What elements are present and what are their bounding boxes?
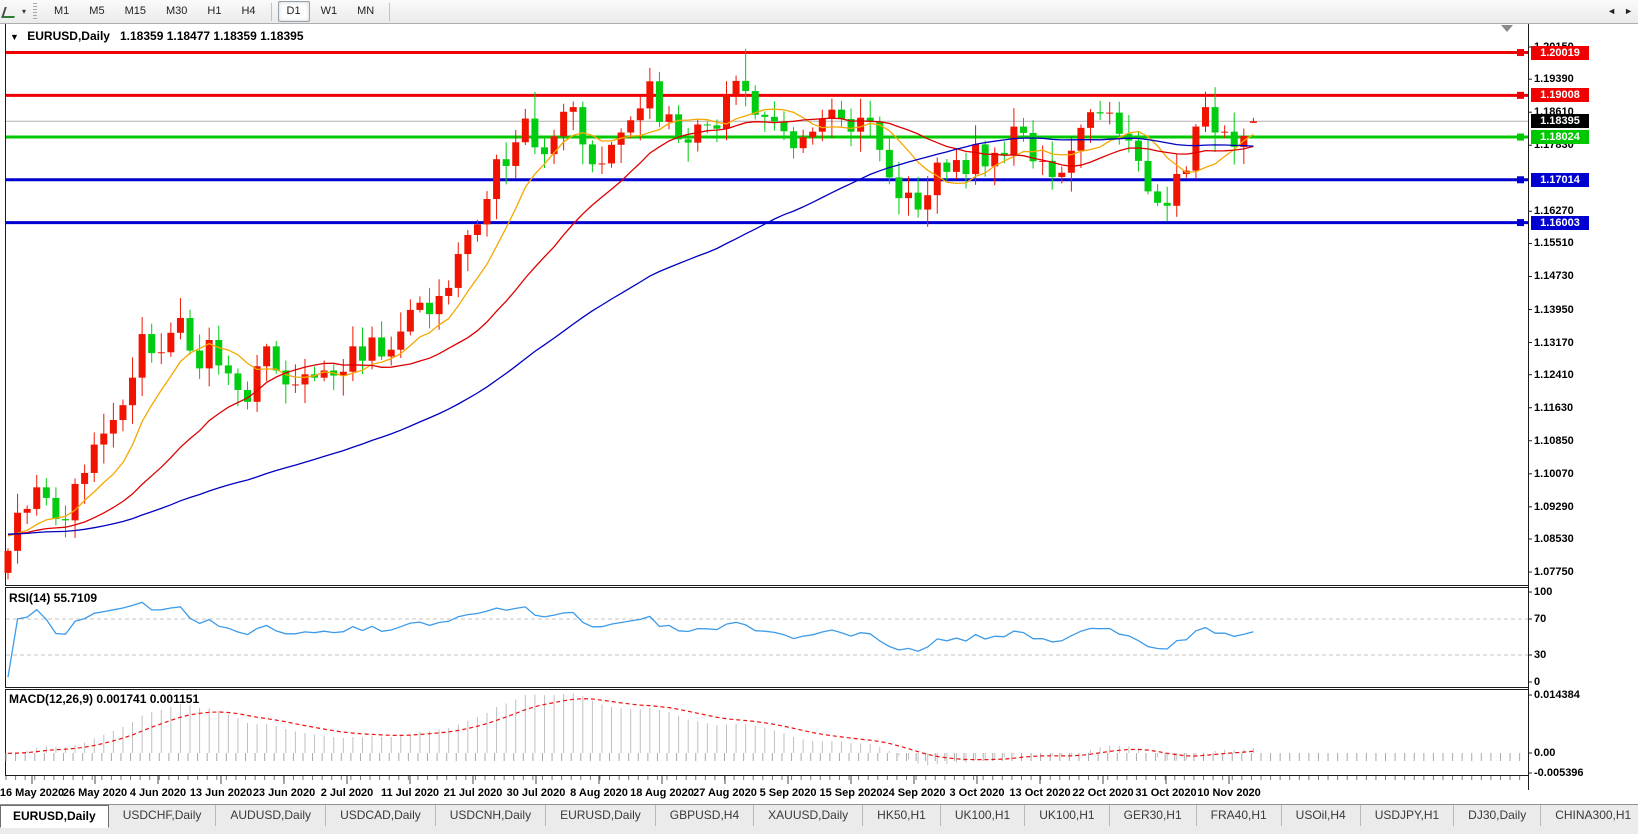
tab-dj30-daily[interactable]: DJ30,Daily [1454, 805, 1541, 826]
timeframe-button-m1[interactable]: M1 [45, 1, 78, 22]
date-axis-label: 3 Oct 2020 [949, 787, 1004, 799]
date-axis-label: 21 Jul 2020 [444, 787, 503, 799]
price-level-badge: 1.16003 [1531, 216, 1589, 230]
timeframe-button-mn[interactable]: MN [348, 1, 383, 22]
price-tick-label: 1.07750 [1534, 566, 1574, 578]
tab-hk50-h1[interactable]: HK50,H1 [863, 805, 941, 826]
chart-title-ohlc: 1.18359 1.18477 1.18359 1.18395 [120, 29, 304, 43]
date-axis-label: 2 Jul 2020 [321, 787, 374, 799]
toolbar-drag-handle[interactable] [33, 3, 37, 20]
price-tick-label: 1.10850 [1534, 435, 1574, 447]
tab-uk100-h1[interactable]: UK100,H1 [1025, 805, 1109, 826]
timeframe-button-m5[interactable]: M5 [80, 1, 113, 22]
chart-title: ▼ EURUSD,Daily 1.18359 1.18477 1.18359 1… [10, 29, 304, 43]
tab-audusd-daily[interactable]: AUDUSD,Daily [216, 805, 326, 826]
date-axis-label: 13 Oct 2020 [1009, 787, 1070, 799]
price-tick-label: 1.10070 [1534, 468, 1574, 480]
tab-usdchf-daily[interactable]: USDCHF,Daily [109, 805, 217, 826]
tab-usdcnh-daily[interactable]: USDCNH,Daily [436, 805, 546, 826]
date-axis-label: 8 Aug 2020 [570, 787, 628, 799]
price-tick-label: 1.12410 [1534, 369, 1574, 381]
rsi-tick-label: 100 [1534, 586, 1552, 598]
chart-title-symbol: EURUSD,Daily [27, 29, 110, 43]
tab-eurusd-daily[interactable]: EURUSD,Daily [0, 805, 109, 828]
tab-eurusd-daily[interactable]: EURUSD,Daily [546, 805, 656, 826]
date-axis-label: 23 Jun 2020 [253, 787, 315, 799]
rsi-tick-label: 0 [1534, 676, 1540, 688]
macd-tick-label: -0.005396 [1534, 767, 1584, 779]
macd-tick-label: 0.014384 [1534, 689, 1580, 701]
tab-xauusd-daily[interactable]: XAUUSD,Daily [754, 805, 863, 826]
tab-china300-h1[interactable]: CHINA300,H1 [1541, 805, 1638, 826]
date-axis-label: 27 Aug 2020 [693, 787, 757, 799]
tab-usdjpy-h1[interactable]: USDJPY,H1 [1361, 805, 1454, 826]
price-tick-label: 1.14730 [1534, 270, 1574, 282]
macd-tick-label: 0.00 [1534, 747, 1555, 759]
price-tick-label: 1.11630 [1534, 402, 1573, 414]
date-axis-label: 24 Sep 2020 [883, 787, 946, 799]
rsi-indicator-label: RSI(14) 55.7109 [9, 591, 97, 605]
date-axis-label: 4 Jun 2020 [130, 787, 186, 799]
rsi-tick-label: 30 [1534, 649, 1546, 661]
price-tick-label: 1.15510 [1534, 237, 1574, 249]
current-price-badge: 1.18395 [1531, 114, 1589, 128]
price-tick-label: 1.09290 [1534, 501, 1574, 513]
toolbar-separator [271, 3, 272, 21]
tab-scroll-left-icon[interactable]: ◄ [1607, 6, 1616, 16]
tab-scroll-arrows: ◄ ► [1607, 6, 1633, 16]
date-axis-label: 11 Jul 2020 [381, 787, 439, 799]
price-level-badge: 1.19008 [1531, 88, 1589, 102]
chart-tab-bar: EURUSD,DailyUSDCHF,DailyAUDUSD,DailyUSDC… [0, 804, 1638, 834]
tab-scroll-right-icon[interactable]: ► [1624, 6, 1633, 16]
tab-fra40-h1[interactable]: FRA40,H1 [1197, 805, 1282, 826]
chart-canvas[interactable] [0, 0, 1638, 833]
rsi-tick-label: 70 [1534, 613, 1546, 625]
timeframe-button-h1[interactable]: H1 [198, 1, 230, 22]
tab-usdcad-daily[interactable]: USDCAD,Daily [326, 805, 436, 826]
date-axis-label: 31 Oct 2020 [1135, 787, 1196, 799]
macd-indicator-label: MACD(12,26,9) 0.001741 0.001151 [9, 692, 199, 706]
timeframe-button-d1[interactable]: D1 [278, 1, 310, 22]
timeframe-button-m15[interactable]: M15 [116, 1, 155, 22]
price-level-badge: 1.18024 [1531, 130, 1589, 144]
timeframe-button-group: M1M5M15M30H1H4 D1W1MN [44, 1, 395, 22]
tab-ger30-h1[interactable]: GER30,H1 [1110, 805, 1197, 826]
collapse-icon[interactable]: ▼ [10, 32, 19, 42]
toolbar: ▾ M1M5M15M30H1H4 D1W1MN [0, 0, 1638, 24]
price-tick-label: 1.13170 [1534, 337, 1574, 349]
timeframe-button-w1[interactable]: W1 [312, 1, 347, 22]
chart-svg [0, 0, 1638, 833]
price-level-badge: 1.20019 [1531, 46, 1589, 60]
date-axis-label: 10 Nov 2020 [1197, 787, 1261, 799]
toolbar-separator [389, 3, 390, 21]
price-level-badge: 1.17014 [1531, 173, 1589, 187]
date-axis-label: 18 Aug 2020 [630, 787, 694, 799]
date-axis-label: 30 Jul 2020 [507, 787, 566, 799]
tab-gbpusd-h4[interactable]: GBPUSD,H4 [656, 805, 754, 826]
price-tick-label: 1.19390 [1534, 73, 1574, 85]
tab-usoil-h4[interactable]: USOil,H4 [1282, 805, 1361, 826]
date-axis-label: 26 May 2020 [63, 787, 127, 799]
date-axis-label: 16 May 2020 [0, 787, 64, 799]
tab-uk100-h1[interactable]: UK100,H1 [941, 805, 1025, 826]
date-axis-label: 22 Oct 2020 [1072, 787, 1133, 799]
chevron-down-icon[interactable]: ▾ [22, 7, 26, 16]
crosshair-indicator-icon[interactable] [1, 3, 21, 20]
price-tick-label: 1.08530 [1534, 533, 1574, 545]
date-axis-label: 13 Jun 2020 [190, 787, 252, 799]
timeframe-button-m30[interactable]: M30 [157, 1, 196, 22]
timeframe-button-h4[interactable]: H4 [232, 1, 264, 22]
price-tick-label: 1.13950 [1534, 304, 1574, 316]
date-axis-label: 5 Sep 2020 [760, 787, 817, 799]
date-axis-label: 15 Sep 2020 [820, 787, 883, 799]
